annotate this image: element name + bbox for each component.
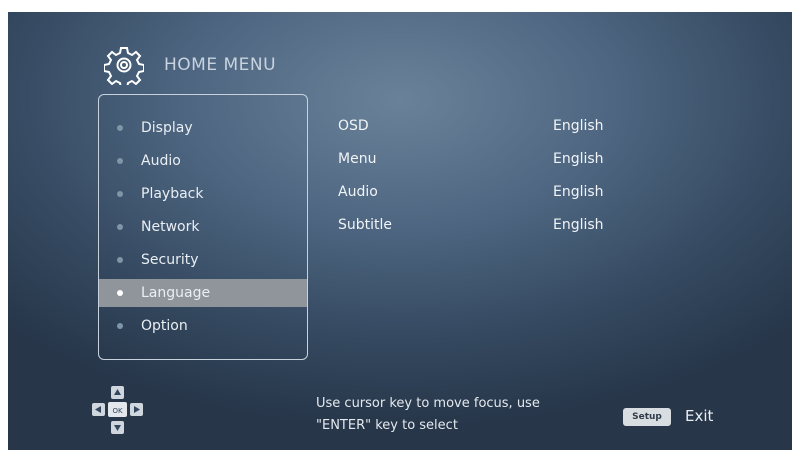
setting-label: Subtitle: [338, 217, 393, 233]
header: HOME MENU: [104, 45, 276, 85]
bullet-icon: [117, 191, 123, 197]
gear-icon: [104, 47, 144, 85]
menu-item-playback[interactable]: Playback: [99, 180, 307, 208]
dpad-ok-label: OK: [112, 407, 123, 415]
setting-label: OSD: [338, 118, 369, 134]
bullet-icon: [117, 290, 123, 296]
setting-value: English: [553, 184, 604, 200]
menu-item-label: Audio: [141, 153, 181, 169]
menu-item-security[interactable]: Security: [99, 246, 307, 274]
exit-label: Exit: [685, 407, 714, 425]
menu-item-label: Security: [141, 252, 199, 268]
menu-item-label: Playback: [141, 186, 204, 202]
menu-item-option[interactable]: Option: [99, 312, 307, 340]
bullet-icon: [117, 257, 123, 263]
setting-value: English: [553, 151, 604, 167]
bullet-icon: [117, 224, 123, 230]
help-text-line: Use cursor key to move focus, use: [316, 396, 540, 411]
help-text-line: "ENTER" key to select: [316, 418, 458, 433]
setup-button[interactable]: Setup: [623, 408, 671, 426]
menu-item-display[interactable]: Display: [99, 114, 307, 142]
tv-screen: HOME MENU Display Audio Playback Network…: [8, 12, 792, 450]
menu-panel: Display Audio Playback Network Security …: [98, 94, 308, 360]
menu-item-audio[interactable]: Audio: [99, 147, 307, 175]
dpad-icon: OK: [92, 386, 143, 434]
bullet-icon: [117, 158, 123, 164]
bullet-icon: [117, 323, 123, 329]
bullet-icon: [117, 125, 123, 131]
setting-value: English: [553, 118, 604, 134]
menu-item-label: Network: [141, 219, 200, 235]
page-title: HOME MENU: [164, 55, 277, 75]
menu-item-language[interactable]: Language: [99, 279, 307, 307]
menu-item-network[interactable]: Network: [99, 213, 307, 241]
menu-item-label: Option: [141, 318, 188, 334]
setting-label: Menu: [338, 151, 377, 167]
setting-label: Audio: [338, 184, 378, 200]
menu-item-label: Language: [141, 285, 211, 301]
setting-value: English: [553, 217, 604, 233]
menu-item-label: Display: [141, 120, 193, 136]
help-text: Use cursor key to move focus, use "ENTER…: [316, 393, 540, 437]
